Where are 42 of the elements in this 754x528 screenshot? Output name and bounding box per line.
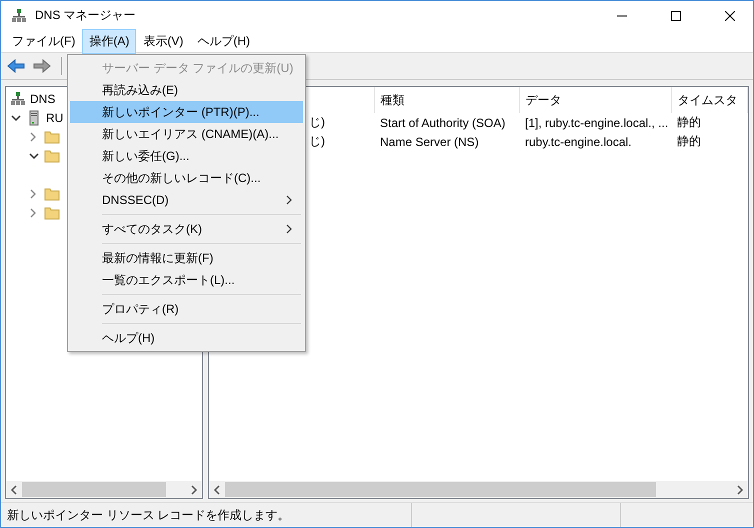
menu-item[interactable]: ヘルプ(H) [70,327,304,349]
table-cell: Name Server (NS) [380,134,479,148]
column-header[interactable]: 種類 [380,92,404,106]
menu-item[interactable]: 再読み込み(E) [70,79,304,101]
scrollbar-thumb[interactable] [225,482,656,497]
dns-network-icon [11,8,27,24]
menu-item[interactable]: DNSSEC(D) [70,189,304,211]
table-cell: じ) [309,115,325,129]
table-cell: 静的 [677,134,701,148]
folder-icon [44,148,60,164]
folder-icon [44,186,60,202]
column-header[interactable]: タイムスタ [678,92,738,106]
scrollbar-thumb[interactable] [22,482,166,497]
column-header[interactable]: データ [526,92,562,106]
menu-item[interactable]: ヘルプ(H) [190,28,257,54]
menu-item[interactable]: 表示(V) [136,28,190,54]
forward-button[interactable] [31,57,53,75]
window-title: DNS マネージャー [35,7,137,24]
folder-icon [44,128,60,144]
menu-item[interactable]: 操作(A) [82,28,136,54]
table-cell: ruby.tc-engine.local. [525,134,632,148]
menu-item[interactable]: 一覧のエクスポート(L)... [70,269,304,291]
back-button[interactable] [5,57,27,75]
menu-item[interactable]: すべてのタスク(K) [70,218,304,240]
table-cell: じ) [309,134,325,148]
tree-item-label[interactable]: RU [46,110,64,124]
table-cell: 静的 [677,115,701,129]
folder-icon [44,204,60,220]
menu-item[interactable]: 新しいエイリアス (CNAME)(A)... [70,123,304,145]
maximize-icon [671,10,681,20]
menu-item[interactable]: プロパティ(R) [70,298,304,320]
menu-item[interactable]: ファイル(F) [5,28,82,54]
tree-item-label[interactable]: DNS [30,92,56,106]
close-icon [725,10,735,20]
status-text: 新しいポインター リソース レコードを作成します。 [6,507,291,524]
menu-item[interactable]: その他の新しいレコード(C)... [70,167,304,189]
dns-network-icon [10,90,26,106]
table-cell: Start of Authority (SOA) [380,116,506,130]
table-cell: [1], ruby.tc-engine.local., ... [525,116,668,130]
menu-item[interactable]: 最新の情報に更新(F) [70,247,304,269]
menu-item[interactable]: 新しい委任(G)... [70,145,304,167]
menu-item[interactable]: 新しいポインター (PTR)(P)... [70,101,304,123]
